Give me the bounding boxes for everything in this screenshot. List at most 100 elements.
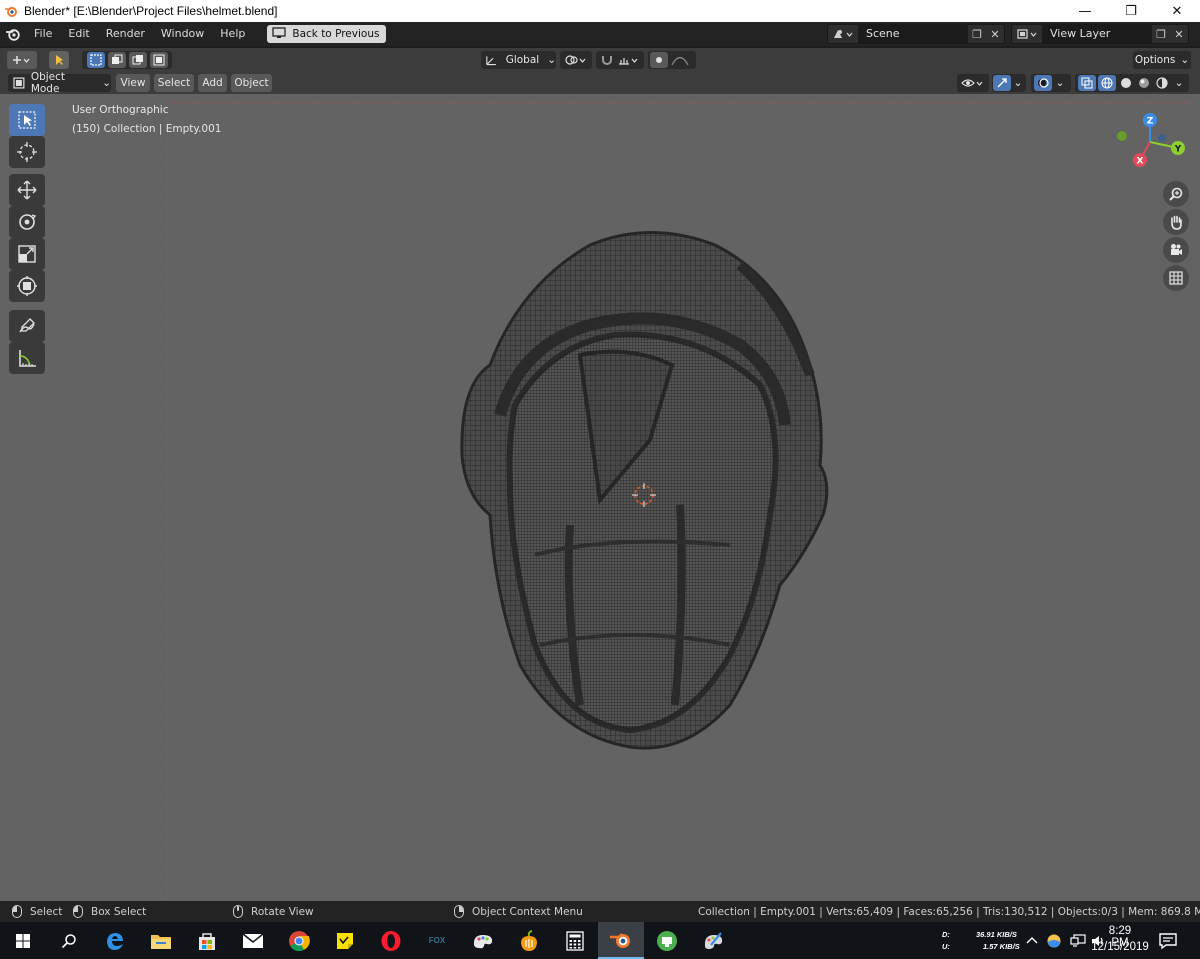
show-hidden-icons-chevron-icon[interactable] [1026, 935, 1038, 945]
taskbar-edge[interactable] [92, 922, 138, 959]
taskbar-chrome[interactable] [276, 922, 322, 959]
chevron-down-icon[interactable]: ⌄ [1172, 77, 1186, 89]
taskbar-calculator[interactable] [552, 922, 598, 959]
select-box-tool[interactable] [9, 104, 45, 136]
select-extend-icon[interactable] [107, 52, 126, 68]
editor-type-button[interactable] [7, 51, 37, 69]
action-center-icon[interactable] [1158, 932, 1178, 950]
taskbar-mail[interactable] [230, 922, 276, 959]
scene-name-field[interactable]: Scene [858, 25, 968, 43]
helmet-mesh[interactable] [440, 225, 840, 765]
taskbar-blender[interactable] [598, 922, 644, 959]
select-box-icon [18, 111, 36, 129]
magnet-icon[interactable] [598, 54, 616, 66]
taskbar-sticky-notes[interactable] [322, 922, 368, 959]
object-menu[interactable]: Object [231, 74, 272, 92]
restore-button[interactable]: ❐ [1108, 0, 1154, 22]
add-menu[interactable]: Add [198, 74, 227, 92]
cursor-tool[interactable] [9, 136, 45, 168]
snap-target-icon[interactable] [616, 54, 642, 66]
menu-edit[interactable]: Edit [60, 22, 97, 46]
minimize-button[interactable]: — [1062, 0, 1108, 22]
view-layer-name-field[interactable]: View Layer [1042, 25, 1152, 43]
chevron-down-icon[interactable]: ⌄ [1011, 77, 1025, 89]
palette-icon [473, 934, 493, 948]
scale-tool[interactable] [9, 238, 45, 270]
search-button[interactable] [46, 922, 92, 959]
start-button[interactable] [0, 922, 46, 959]
scale-icon [18, 245, 36, 263]
taskbar-store[interactable] [184, 922, 230, 959]
blender-logo-icon[interactable] [0, 27, 26, 41]
pivot-icon [565, 55, 586, 65]
xray-toggle-icon[interactable] [1078, 75, 1096, 91]
overlays-icon[interactable] [1034, 75, 1052, 91]
zoom-view-button[interactable] [1163, 181, 1189, 207]
menu-render[interactable]: Render [98, 22, 153, 46]
taskbar-art-app[interactable] [690, 922, 736, 959]
taskbar-fox-app[interactable]: FOX [414, 922, 460, 959]
rendered-shading-icon[interactable] [1154, 77, 1170, 89]
view-layer-icon[interactable] [1012, 25, 1042, 43]
move-tool[interactable] [9, 174, 45, 206]
taskbar-file-explorer[interactable] [138, 922, 184, 959]
menu-window[interactable]: Window [153, 22, 212, 46]
net-down-label: D: [942, 930, 950, 939]
camera-view-button[interactable] [1163, 237, 1189, 263]
annotate-tool[interactable] [9, 310, 45, 342]
solid-shading-icon[interactable] [1118, 77, 1134, 89]
gizmo-z-label: Z [1147, 117, 1154, 127]
clock-date[interactable]: 12/15/2019 [1090, 941, 1150, 953]
chevron-down-icon[interactable]: ⌄ [1052, 77, 1068, 89]
blender-icon [610, 932, 630, 948]
active-tool-button[interactable] [49, 51, 69, 69]
taskbar-paint-app[interactable] [460, 922, 506, 959]
visibility-dropdown[interactable] [957, 74, 989, 92]
move-arrows-icon [17, 180, 37, 200]
taskbar-green-app[interactable] [644, 922, 690, 959]
taskbar-opera[interactable] [368, 922, 414, 959]
material-shading-icon[interactable] [1136, 77, 1152, 89]
transform-orientation-dropdown[interactable]: Global ⌄ [481, 51, 556, 69]
measure-tool[interactable] [9, 342, 45, 374]
menu-help[interactable]: Help [212, 22, 253, 46]
pan-view-button[interactable] [1163, 209, 1189, 235]
rotate-tool[interactable] [9, 206, 45, 238]
toggle-ortho-button[interactable] [1163, 265, 1189, 291]
close-button[interactable]: ✕ [1154, 0, 1200, 22]
gizmo-arrows-icon[interactable] [993, 75, 1011, 91]
view-menu[interactable]: View [116, 74, 150, 92]
hand-icon [1171, 215, 1182, 230]
select-new-icon[interactable] [86, 52, 105, 68]
weather-globe-icon[interactable] [1046, 933, 1062, 949]
gizmo-toggle-group: ⌄ [992, 74, 1026, 92]
sticky-note-icon [337, 932, 353, 949]
view-layer-selector[interactable]: View Layer ❐ ✕ [1011, 24, 1189, 44]
snap-group [596, 51, 644, 69]
mode-dropdown[interactable]: Object Mode ⌄ [8, 71, 111, 95]
scene-statistics: Collection | Empty.001 | Verts:65,409 | … [698, 905, 1200, 918]
delete-scene-icon[interactable]: ✕ [986, 25, 1004, 43]
copy-scene-icon[interactable]: ❐ [968, 25, 986, 43]
folder-icon [151, 934, 171, 949]
scene-icon[interactable] [828, 25, 858, 43]
delete-view-layer-icon[interactable]: ✕ [1170, 25, 1188, 43]
transform-tool[interactable] [9, 270, 45, 302]
pivot-point-dropdown[interactable] [560, 51, 592, 69]
network-monitor-icon[interactable] [1070, 934, 1086, 948]
select-intersect-icon[interactable] [149, 52, 168, 68]
taskbar-fl-studio[interactable] [506, 922, 552, 959]
options-dropdown[interactable]: Options ⌄ [1133, 51, 1191, 69]
select-menu[interactable]: Select [154, 74, 194, 92]
falloff-curve-icon[interactable] [668, 54, 694, 66]
proportional-toggle-icon[interactable] [650, 52, 668, 68]
mode-label: Object Mode [30, 71, 66, 95]
mouse-left-drag-icon [73, 905, 83, 918]
navigation-gizmo[interactable]: Z Y X [1110, 110, 1190, 176]
wireframe-shading-icon[interactable] [1098, 75, 1116, 91]
scene-selector[interactable]: Scene ❐ ✕ [827, 24, 1005, 44]
select-subtract-icon[interactable] [128, 52, 147, 68]
menu-file[interactable]: File [26, 22, 60, 46]
back-to-previous-button[interactable]: Back to Previous [267, 25, 387, 43]
copy-view-layer-icon[interactable]: ❐ [1152, 25, 1170, 43]
